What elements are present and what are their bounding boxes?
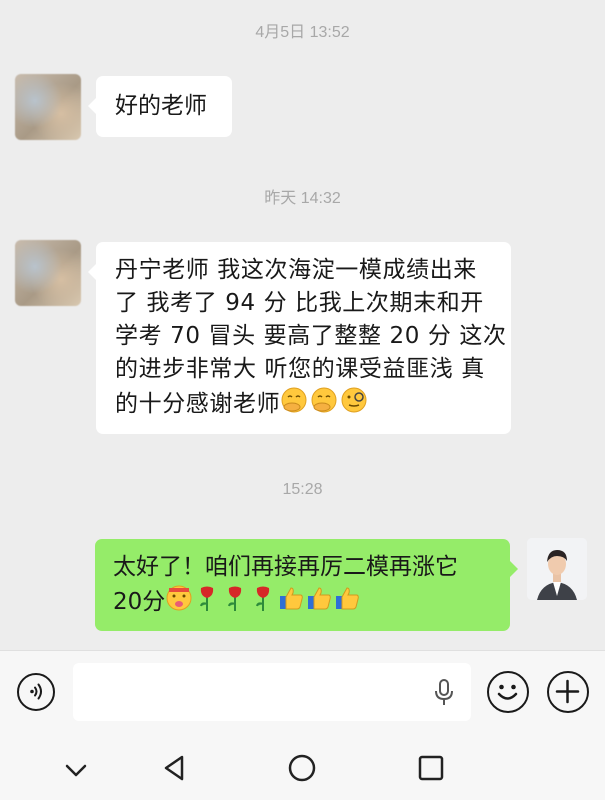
back-triangle-icon xyxy=(164,755,184,781)
thumbs-up-emoji xyxy=(277,584,305,622)
emoji-icon xyxy=(497,684,518,700)
nav-back-button[interactable] xyxy=(160,753,190,783)
voice-icon xyxy=(30,683,42,700)
message-bubble-incoming[interactable]: 好的老师 xyxy=(96,76,232,137)
user-avatar[interactable] xyxy=(527,538,587,600)
bubble-tail xyxy=(88,98,96,114)
recent-square-icon xyxy=(418,755,444,781)
thumbs-up-emoji xyxy=(305,584,333,622)
system-nav-bar xyxy=(0,740,605,800)
bubble-tail xyxy=(88,264,96,280)
nav-home-button[interactable] xyxy=(287,753,317,783)
plus-icon xyxy=(555,679,580,704)
message-text-line: 丹宁老师 我这次海淀一模成绩出来 xyxy=(115,257,477,283)
microphone-button[interactable] xyxy=(432,678,456,708)
nav-recent-button[interactable] xyxy=(417,754,445,782)
thumbs-up-emoji xyxy=(333,584,361,622)
rose-emoji xyxy=(249,584,277,622)
contact-avatar[interactable] xyxy=(15,74,81,140)
hand-over-mouth-emoji xyxy=(280,386,310,424)
microphone-icon xyxy=(435,679,453,705)
timestamp: 15:28 xyxy=(282,481,323,498)
voice-button[interactable] xyxy=(17,673,55,711)
emoji-button[interactable] xyxy=(487,671,529,713)
message-text-line: 的进步非常大 听您的课受益匪浅 真 xyxy=(115,356,485,382)
message-text-line: 了 我考了 94 分 比我上次期末和开 xyxy=(115,290,484,316)
home-circle-icon xyxy=(288,754,316,782)
rose-emoji xyxy=(193,584,221,622)
message-input[interactable] xyxy=(73,663,471,721)
rose-emoji xyxy=(221,584,249,622)
message-text-line: 学考 70 冒头 要高了整整 20 分 这次 xyxy=(115,323,507,349)
message-text-line: 的十分感谢老师 xyxy=(115,391,281,417)
hand-over-mouth-emoji xyxy=(310,386,340,424)
message-bubble-incoming[interactable]: 丹宁老师 我这次海淀一模成绩出来 了 我考了 94 分 比我上次期末和开 学考 … xyxy=(96,242,511,434)
more-button[interactable] xyxy=(547,671,589,713)
chevron-down-icon xyxy=(65,764,87,777)
message-bubble-outgoing[interactable]: 太好了！咱们再接再厉二模再涨它 20分 xyxy=(95,539,510,631)
bubble-tail xyxy=(510,561,518,577)
message-text-line: 太好了！咱们再接再厉二模再涨它 xyxy=(113,554,458,580)
monocle-emoji xyxy=(340,386,370,424)
chat-area: 4月5日 13:52 好的老师 昨天 14:32 丹宁老师 我这次海淀一模成绩出… xyxy=(0,0,605,650)
input-bar xyxy=(0,650,605,740)
nav-collapse-button[interactable] xyxy=(63,757,89,783)
contact-avatar[interactable] xyxy=(15,240,81,306)
timestamp: 昨天 14:32 xyxy=(264,190,341,207)
timestamp: 4月5日 13:52 xyxy=(255,24,350,41)
tongue-out-emoji xyxy=(165,584,193,622)
message-text-line: 20分 xyxy=(113,589,166,615)
message-text: 好的老师 xyxy=(115,93,207,119)
